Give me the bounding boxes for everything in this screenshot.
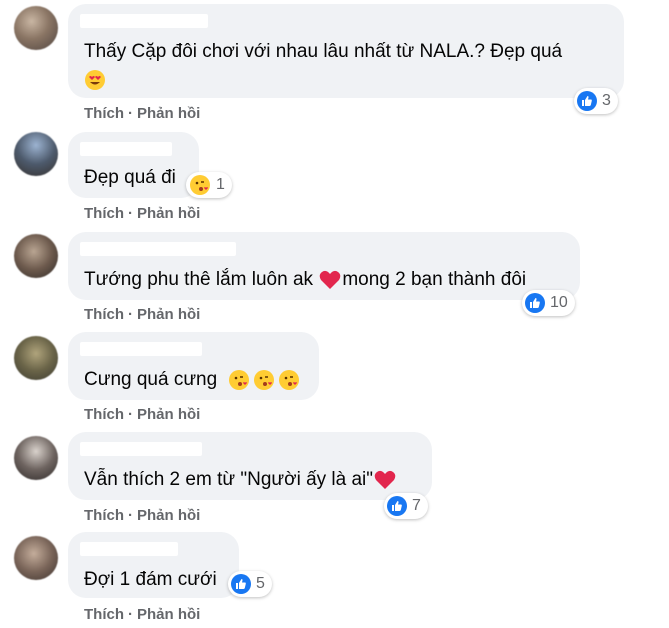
- author-name-redacted[interactable]: [80, 242, 236, 256]
- comment-actions: Thích · Phản hồi: [84, 606, 200, 623]
- avatar[interactable]: [14, 436, 58, 480]
- comment-text: Đẹp quá đi: [84, 167, 176, 188]
- like-link[interactable]: Thích: [84, 606, 124, 623]
- comment-actions: Thích · Phản hồi: [84, 105, 200, 122]
- reaction-number: 7: [412, 497, 421, 514]
- heart-emoji: [374, 470, 396, 489]
- comment-actions: Thích · Phản hồi: [84, 507, 200, 524]
- like-link[interactable]: Thích: [84, 105, 124, 122]
- avatar[interactable]: [14, 234, 58, 278]
- reply-link[interactable]: Phản hồi: [137, 606, 200, 623]
- avatar[interactable]: [14, 6, 58, 50]
- comment-text: Tướng phu thê lắm luôn ak mong 2 bạn thà…: [84, 269, 527, 290]
- comment-bubble: Vẫn thích 2 em từ "Người ấy là ai" 7: [68, 432, 432, 519]
- avatar[interactable]: [14, 132, 58, 176]
- avatar[interactable]: [14, 536, 58, 580]
- comment-bubble: Đợi 1 đám cưới 5: [68, 532, 272, 598]
- separator: ·: [128, 306, 133, 323]
- reaction-number: 1: [216, 176, 225, 193]
- reaction-count[interactable]: 1: [186, 172, 232, 198]
- separator: ·: [128, 606, 133, 623]
- comment-text: Đợi 1 đám cưới: [84, 569, 217, 590]
- reply-link[interactable]: Phản hồi: [137, 507, 200, 524]
- comment-thread: Thấy Cặp đôi chơi với nhau lâu nhất từ N…: [0, 0, 669, 628]
- reply-link[interactable]: Phản hồi: [137, 205, 200, 222]
- avatar[interactable]: [14, 336, 58, 380]
- kiss-emoji: [279, 369, 300, 390]
- heart-eyes-emoji: [85, 69, 105, 90]
- like-link[interactable]: Thích: [84, 406, 124, 423]
- comment-emoji-line: [84, 68, 106, 92]
- author-name-redacted[interactable]: [80, 14, 208, 28]
- like-link[interactable]: Thích: [84, 306, 124, 323]
- comment-text: Cưng quá cưng: [84, 368, 300, 392]
- author-name-redacted[interactable]: [80, 542, 178, 556]
- separator: ·: [128, 105, 133, 122]
- like-icon: [577, 91, 597, 111]
- separator: ·: [128, 406, 133, 423]
- reaction-number: 10: [550, 294, 568, 311]
- reply-link[interactable]: Phản hồi: [137, 406, 200, 423]
- comment-text: Vẫn thích 2 em từ "Người ấy là ai": [84, 468, 396, 492]
- reply-link[interactable]: Phản hồi: [137, 306, 200, 323]
- reply-link[interactable]: Phản hồi: [137, 105, 200, 122]
- reaction-count[interactable]: 7: [384, 493, 428, 519]
- comment-bubble: Thấy Cặp đôi chơi với nhau lâu nhất từ N…: [68, 4, 624, 114]
- comment-bubble: Cưng quá cưng: [68, 332, 319, 400]
- reaction-number: 5: [256, 575, 265, 592]
- reaction-count[interactable]: 10: [522, 290, 575, 316]
- reaction-count[interactable]: 5: [228, 571, 272, 597]
- like-link[interactable]: Thích: [84, 507, 124, 524]
- heart-emoji: [320, 270, 341, 289]
- reaction-count[interactable]: 3: [574, 88, 618, 114]
- reaction-number: 3: [602, 92, 611, 109]
- kiss-emoji: [190, 175, 210, 195]
- separator: ·: [128, 205, 133, 222]
- comment-actions: Thích · Phản hồi: [84, 306, 200, 323]
- separator: ·: [128, 507, 133, 524]
- kiss-emoji: [229, 369, 250, 390]
- author-name-redacted[interactable]: [80, 342, 202, 356]
- comment-bubble: Đẹp quá đi 1: [68, 132, 232, 198]
- comment-bubble: Tướng phu thê lắm luôn ak mong 2 bạn thà…: [68, 232, 580, 316]
- author-name-redacted[interactable]: [80, 442, 202, 456]
- kiss-emoji: [254, 369, 275, 390]
- like-icon: [231, 574, 251, 594]
- like-link[interactable]: Thích: [84, 205, 124, 222]
- comment-actions: Thích · Phản hồi: [84, 406, 200, 423]
- author-name-redacted[interactable]: [80, 142, 172, 156]
- comment-text: Thấy Cặp đôi chơi với nhau lâu nhất từ N…: [84, 41, 563, 62]
- like-icon: [525, 293, 545, 313]
- like-icon: [387, 496, 407, 516]
- comment-actions: Thích · Phản hồi: [84, 205, 200, 222]
